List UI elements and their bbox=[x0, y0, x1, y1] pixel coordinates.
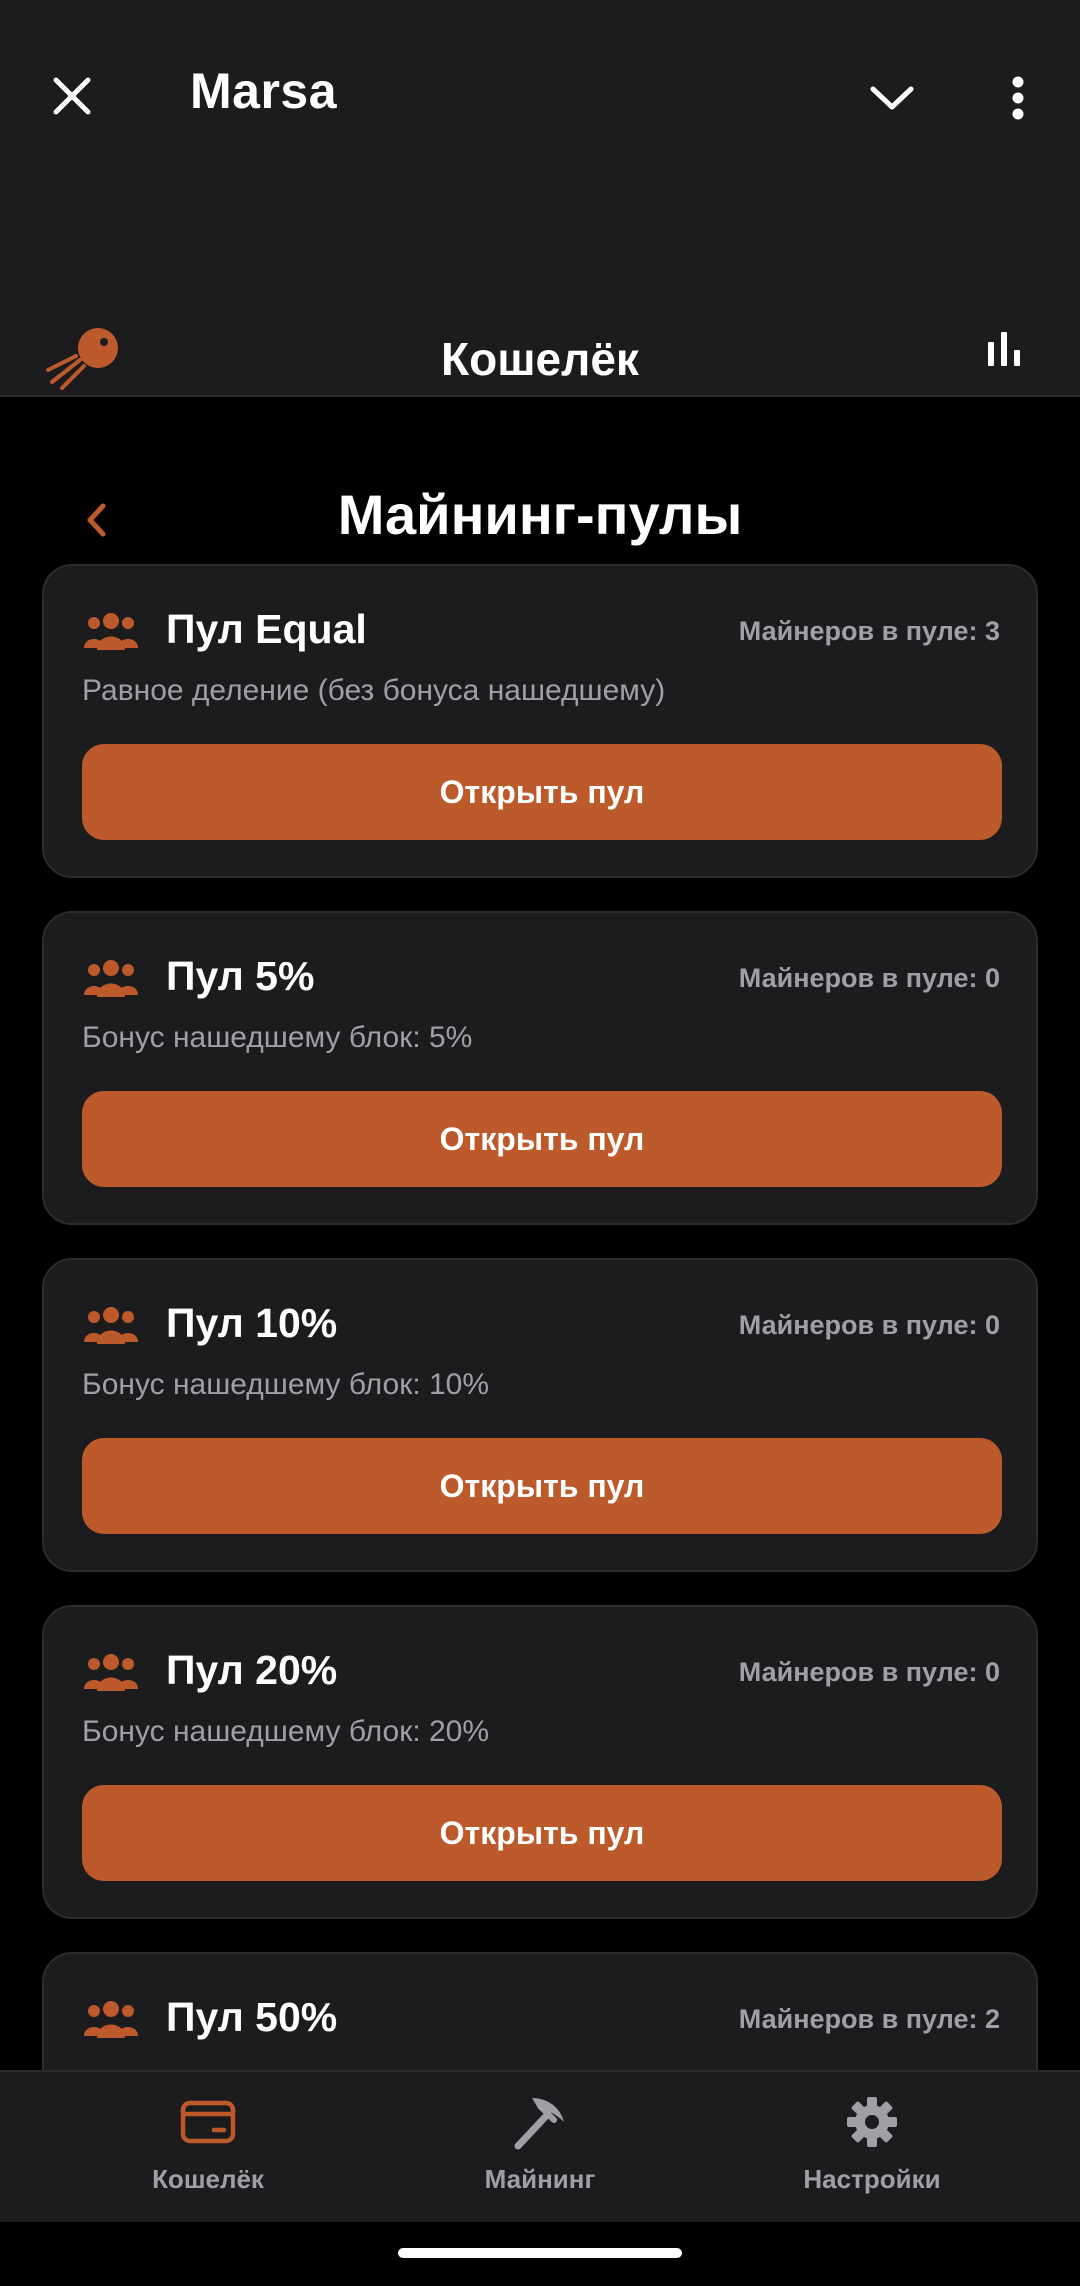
pool-description: Бонус нашедшему блок: 5% bbox=[82, 1021, 473, 1054]
group-icon bbox=[84, 960, 138, 997]
wallet-icon bbox=[180, 2100, 236, 2144]
group-icon bbox=[84, 1654, 138, 1691]
chevron-down-icon bbox=[870, 86, 914, 110]
nav-label-wallet: Кошелёк bbox=[152, 2164, 264, 2194]
pool-miners-count: Майнеров в пуле: 0 bbox=[738, 1657, 1000, 1687]
pool-miners-count: Майнеров в пуле: 2 bbox=[738, 2004, 1000, 2034]
wallet-header: Кошелёк bbox=[0, 300, 1080, 397]
open-pool-button[interactable]: Открыть пул bbox=[82, 1091, 1002, 1187]
bar-chart-icon bbox=[988, 332, 1020, 366]
app-title: Marsa bbox=[190, 63, 338, 119]
app-frame: Marsa Кошелёк Майнинг-пулы Пул Equal Май… bbox=[0, 0, 1080, 2286]
bottom-nav: Кошелёк Майнинг Настройки bbox=[0, 2070, 1080, 2222]
top-bar: Marsa Кошелёк bbox=[0, 0, 1080, 397]
pool-card: Пул 20% Майнеров в пуле: 0 Бонус нашедше… bbox=[42, 1605, 1038, 1919]
pool-list[interactable]: Пул Equal Майнеров в пуле: 3 Равное деле… bbox=[42, 564, 1038, 2070]
pool-description: Равное деление (без бонуса нашедшему) bbox=[82, 674, 666, 707]
close-icon bbox=[53, 77, 91, 115]
nav-label-mining: Майнинг bbox=[484, 2164, 596, 2194]
pool-card: Пул 50% Майнеров в пуле: 2 bbox=[42, 1952, 1038, 2070]
pool-name: Пул 5% bbox=[166, 953, 315, 999]
pool-card: Пул 5% Майнеров в пуле: 0 Бонус нашедшем… bbox=[42, 911, 1038, 1225]
group-icon bbox=[84, 2001, 138, 2038]
pool-name: Пул Equal bbox=[166, 606, 367, 652]
nav-item-mining[interactable]: Майнинг bbox=[420, 2094, 660, 2214]
pool-name: Пул 50% bbox=[166, 1994, 338, 2040]
open-pool-button[interactable]: Открыть пул bbox=[82, 1785, 1002, 1881]
more-button[interactable] bbox=[990, 70, 1046, 126]
pool-name: Пул 20% bbox=[166, 1647, 338, 1693]
group-icon bbox=[84, 1307, 138, 1344]
group-icon bbox=[84, 613, 138, 650]
pool-description: Бонус нашедшему блок: 20% bbox=[82, 1715, 490, 1748]
close-button[interactable] bbox=[44, 68, 100, 124]
pool-miners-count: Майнеров в пуле: 0 bbox=[738, 1310, 1000, 1340]
nav-label-settings: Настройки bbox=[803, 2164, 941, 2194]
nav-item-wallet[interactable]: Кошелёк bbox=[88, 2094, 328, 2214]
pool-miners-count: Майнеров в пуле: 3 bbox=[738, 616, 1000, 646]
stats-button[interactable] bbox=[984, 330, 1032, 378]
pool-miners-count: Майнеров в пуле: 0 bbox=[738, 963, 1000, 993]
page-heading: Майнинг-пулы bbox=[0, 470, 1080, 560]
pickaxe-icon bbox=[514, 2098, 564, 2150]
pool-name: Пул 10% bbox=[166, 1300, 338, 1346]
home-indicator bbox=[398, 2248, 682, 2258]
page-title: Майнинг-пулы bbox=[337, 483, 743, 546]
more-vertical-icon bbox=[1012, 76, 1024, 120]
pool-card: Пул Equal Майнеров в пуле: 3 Равное деле… bbox=[42, 564, 1038, 878]
pool-card: Пул 10% Майнеров в пуле: 0 Бонус нашедше… bbox=[42, 1258, 1038, 1572]
header-title: Кошелёк bbox=[441, 333, 639, 385]
nav-item-settings[interactable]: Настройки bbox=[752, 2094, 992, 2214]
gear-icon bbox=[847, 2097, 897, 2147]
collapse-button[interactable] bbox=[862, 70, 922, 126]
pool-description: Бонус нашедшему блок: 10% bbox=[82, 1368, 490, 1401]
open-pool-button[interactable]: Открыть пул bbox=[82, 744, 1002, 840]
open-pool-button[interactable]: Открыть пул bbox=[82, 1438, 1002, 1534]
